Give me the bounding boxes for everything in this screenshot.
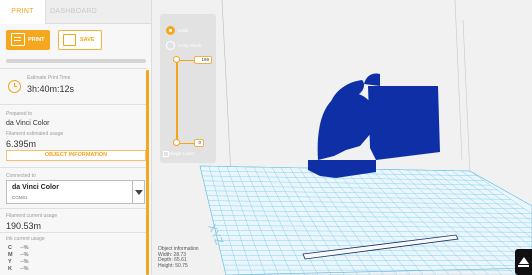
tab-dashboard[interactable]: DASHBOARD — [50, 0, 110, 24]
ink-row-m: M --% — [8, 252, 68, 258]
printer-select[interactable]: da Vinci Color COM81 — [6, 180, 145, 204]
single-layer-checkbox[interactable]: Single Layer — [162, 151, 195, 157]
filament-estimated-value: 6.395m — [6, 139, 37, 149]
ink-row-k: K --% — [8, 266, 68, 272]
3d-model — [308, 73, 440, 178]
print-bed — [199, 165, 532, 275]
object-height: Height: 50.75 — [158, 262, 188, 269]
divider — [0, 208, 147, 209]
home-view-button[interactable] — [515, 249, 532, 275]
panel-scrollbar[interactable] — [146, 70, 149, 275]
divider — [0, 232, 147, 233]
ink-value: --% — [20, 259, 29, 265]
top-layer-input[interactable]: 169 — [194, 56, 212, 64]
save-button[interactable]: SAVE — [58, 30, 102, 50]
ink-channel: M — [8, 252, 13, 258]
print-button-label: PRINT — [28, 37, 45, 43]
tab-bar: PRINT DASHBOARD — [0, 0, 151, 24]
object-information-button[interactable]: OBJECT INFORMATION — [6, 150, 146, 161]
prepared-label: Prepared to — [6, 111, 33, 117]
connected-label: Connected to — [6, 173, 36, 179]
divider — [0, 68, 147, 69]
solid-mode-label: Solid — [178, 28, 189, 33]
filament-current-label: Filament current usage — [6, 213, 58, 219]
filament-estimated-label: Filament estimated usage — [6, 131, 64, 137]
printer-icon — [11, 33, 25, 46]
ink-value: --% — [20, 245, 29, 251]
ink-channel: K — [8, 266, 12, 272]
estimate-value: 3h:40m:12s — [27, 84, 75, 94]
ink-label: Ink current usage — [6, 236, 45, 242]
ink-channel: Y — [8, 259, 12, 265]
print-progress-bar — [6, 59, 146, 63]
single-layer-label: Single Layer — [169, 151, 195, 156]
ink-value: --% — [20, 252, 29, 258]
bottom-layer-input[interactable]: 0 — [194, 139, 204, 147]
top-layer-connector — [180, 60, 194, 61]
ink-row-c: C --% — [8, 245, 68, 251]
save-button-label: SAVE — [80, 37, 95, 43]
build-volume-edge — [462, 19, 471, 176]
solid-mode-radio[interactable] — [166, 26, 175, 35]
filament-current-value: 190.53m — [6, 221, 42, 231]
tab-print[interactable]: PRINT — [0, 0, 46, 24]
ink-channel: C — [8, 245, 12, 251]
ink-row-y: Y --% — [8, 259, 68, 265]
print-panel: PRINT DASHBOARD PRINT SAVE Estimate Prin… — [0, 0, 152, 275]
prepared-value: da Vinci Color — [6, 120, 50, 127]
divider — [0, 167, 147, 168]
layer-view-panel — [160, 14, 216, 163]
bottom-layer-connector — [180, 143, 194, 144]
printer-name: da Vinci Color — [12, 184, 59, 191]
divider — [0, 104, 147, 105]
object-information-readout: Object information Width: 28.73 Depth: 6… — [158, 246, 199, 269]
shell-mode-radio[interactable] — [166, 41, 175, 50]
clock-icon — [8, 80, 21, 93]
estimate-label: Estimate Print Time — [27, 75, 71, 81]
bottom-layer-handle[interactable] — [173, 139, 180, 146]
shell-mode-label: X-ray Mode — [178, 43, 202, 48]
save-icon — [63, 34, 76, 46]
build-volume-edge — [454, 0, 463, 161]
chevron-down-icon[interactable] — [132, 181, 144, 203]
layer-slider-track[interactable] — [176, 60, 178, 144]
printer-port: COM81 — [12, 195, 28, 200]
home-icon — [519, 257, 529, 264]
ink-value: --% — [20, 266, 29, 272]
print-button[interactable]: PRINT — [6, 30, 50, 50]
top-layer-handle[interactable] — [173, 56, 180, 63]
